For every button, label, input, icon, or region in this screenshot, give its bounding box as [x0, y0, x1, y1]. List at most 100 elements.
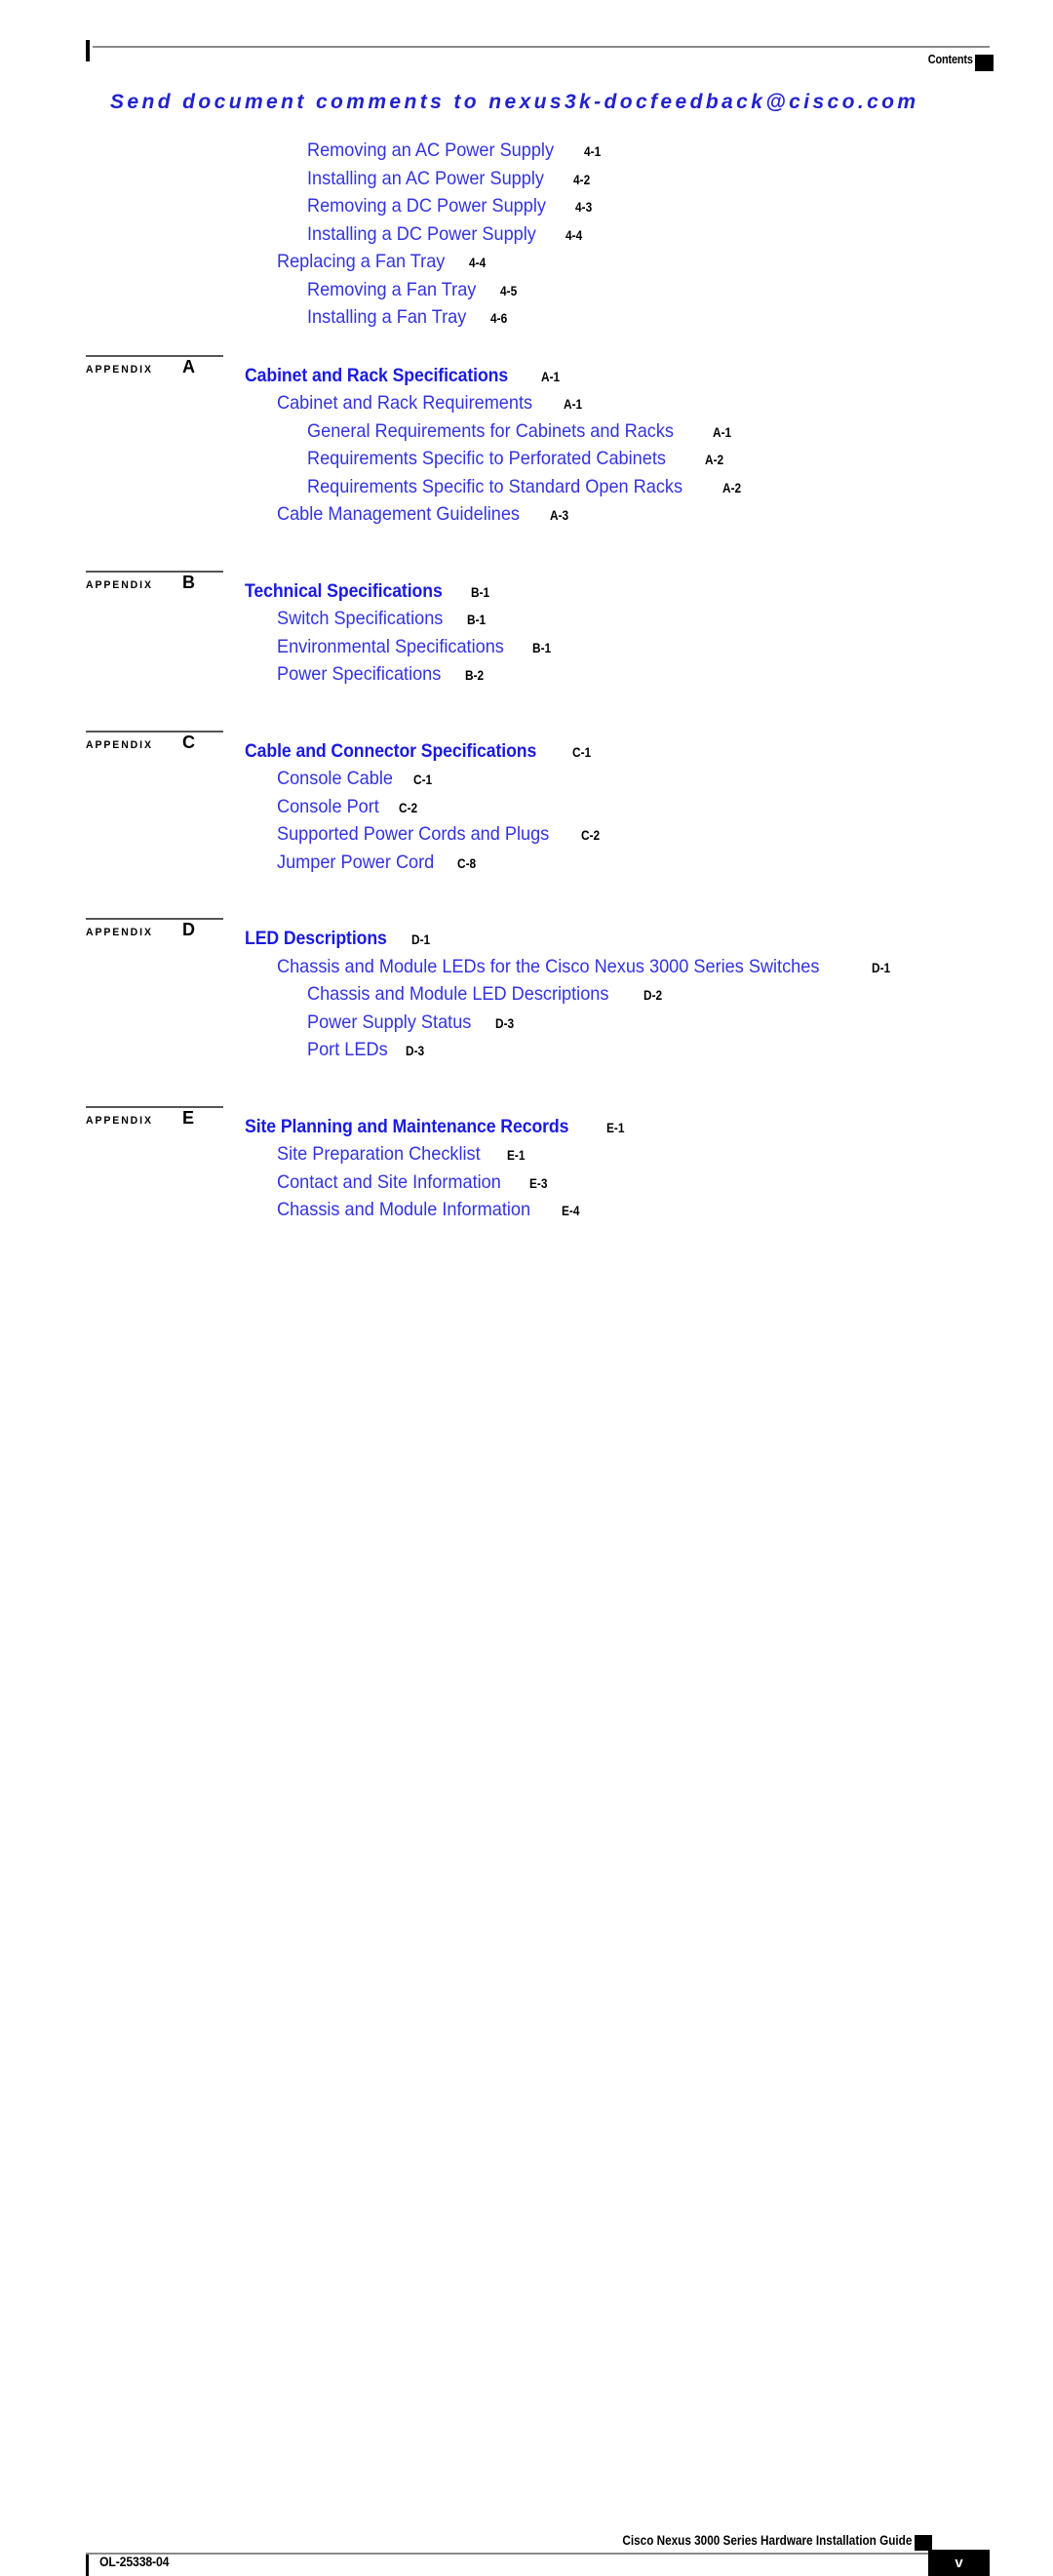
toc-entry-page-number: 4-4	[469, 256, 487, 270]
toc-entry[interactable]: Chassis and Module Information E-4	[277, 1199, 582, 1220]
toc-entry-page-number: A-2	[704, 453, 723, 467]
page-header: Contents Send document comments to nexus…	[0, 0, 1053, 127]
toc-entry-page-number: C-8	[457, 855, 477, 871]
toc-entry-page-number: E-1	[507, 1148, 526, 1163]
appendix-letter-label: E	[182, 1107, 195, 1128]
toc-entry-title: Removing a Fan Tray	[307, 278, 477, 300]
appendix-rule	[86, 1105, 223, 1108]
toc-entry[interactable]: Replacing a Fan Tray 4-4	[277, 251, 488, 272]
toc-entry-title: Chassis and Module Information	[277, 1199, 531, 1220]
toc-entry-title: Replacing a Fan Tray	[277, 251, 446, 272]
toc-entry[interactable]: Console Port C-2	[277, 797, 420, 817]
toc-entry[interactable]: Site Preparation Checklist E-1	[277, 1143, 527, 1165]
toc-entry[interactable]: Jumper Power Cord C-8	[277, 851, 479, 873]
toc-entry-page-number: 4-4	[565, 227, 582, 243]
toc-entry-page-number: E-4	[561, 1204, 580, 1218]
footer-tab-marker	[915, 2535, 932, 2551]
toc-entry-title: Technical Specifications	[245, 580, 443, 602]
toc-entry[interactable]: Port LEDs D-3	[307, 1039, 427, 1060]
appendix-rule	[86, 730, 223, 733]
toc-entry-title: Installing a Fan Tray	[307, 306, 467, 328]
toc-entry-page-number: 4-3	[575, 200, 593, 215]
toc-entry-title: LED Descriptions	[245, 929, 387, 949]
toc-entry-page-number: C-2	[398, 800, 417, 815]
toc-entry-title: Power Specifications	[277, 663, 442, 685]
toc-entry-title: Requirements Specific to Standard Open R…	[307, 475, 683, 497]
running-head: Contents	[928, 52, 973, 66]
header-tab-marker	[975, 55, 994, 71]
toc-entry-title: Removing a DC Power Supply	[307, 195, 546, 217]
toc-entry[interactable]: Chassis and Module LEDs for the Cisco Ne…	[277, 955, 893, 977]
toc-entry[interactable]: Technical Specifications B-1	[245, 582, 492, 601]
toc-entry[interactable]: Cabinet and Rack Requirements A-1	[277, 392, 585, 414]
toc-entry-page-number: D-2	[643, 988, 662, 1003]
toc-entry[interactable]: Environmental Specifications B-1	[277, 635, 554, 657]
toc-entry[interactable]: Removing a Fan Tray 4-5	[307, 278, 520, 300]
toc-entry[interactable]: Requirements Specific to Standard Open R…	[307, 475, 744, 497]
appendix-word-label: APPENDIX	[86, 738, 153, 751]
toc-entry[interactable]: Requirements Specific to Perforated Cabi…	[307, 448, 725, 469]
toc-entry[interactable]: Switch Specifications B-1	[277, 608, 488, 629]
appendix-letter-label: C	[182, 732, 195, 752]
header-rule	[93, 46, 990, 48]
toc-entry-page-number: D-1	[410, 932, 430, 947]
toc-entry[interactable]: Removing a DC Power Supply 4-3	[307, 195, 595, 217]
toc-entry-page-number: E-3	[529, 1175, 548, 1191]
toc-entry[interactable]: Cable and Connector Specifications C-1	[245, 742, 594, 761]
appendix-word-label: APPENDIX	[86, 926, 153, 939]
toc-entry-title: Installing a DC Power Supply	[307, 222, 536, 245]
toc-entry[interactable]: Chassis and Module LED Descriptions D-2	[307, 983, 665, 1005]
toc-entry[interactable]: LED Descriptions D-1	[245, 930, 433, 948]
toc-entry[interactable]: Removing an AC Power Supply 4-1	[307, 139, 604, 161]
toc-entry-title: Contact and Site Information	[277, 1170, 501, 1193]
toc-entry-title: Cabinet and Rack Specifications	[245, 365, 509, 386]
toc-entry[interactable]: Power Supply Status D-3	[307, 1012, 517, 1033]
toc-entry-title: General Requirements for Cabinets and Ra…	[307, 419, 674, 442]
toc-entry[interactable]: Installing a Fan Tray 4-6	[307, 306, 509, 328]
toc-entry[interactable]: General Requirements for Cabinets and Ra…	[307, 419, 734, 442]
toc-entry[interactable]: Cabinet and Rack Specifications A-1	[245, 367, 563, 385]
toc-entry-title: Environmental Specifications	[277, 635, 504, 657]
toc-entry-page-number: A-2	[722, 480, 742, 495]
appendix-rule	[86, 570, 223, 573]
toc-entry[interactable]: Supported Power Cords and Plugs C-2	[277, 823, 603, 845]
toc-entry-page-number: B-1	[532, 640, 552, 655]
toc-entry-title: Switch Specifications	[277, 608, 444, 629]
toc-entry-title: Site Preparation Checklist	[277, 1143, 481, 1165]
footer-crop-tick	[86, 2555, 89, 2576]
toc-entry[interactable]: Console Cable C-1	[277, 768, 435, 789]
toc-entry-page-number: 4-6	[489, 311, 507, 326]
toc-entry[interactable]: Power Specifications B-2	[277, 663, 487, 685]
toc-entry-title: Cabinet and Rack Requirements	[277, 392, 533, 414]
appendix-rule	[86, 918, 223, 920]
appendix-word-label: APPENDIX	[86, 578, 153, 591]
toc-entry-title: Cable Management Guidelines	[277, 503, 521, 525]
appendix-word-label: APPENDIX	[86, 1114, 153, 1127]
toc-entry-page-number: E-1	[606, 1120, 625, 1135]
toc-entry-title: Removing an AC Power Supply	[307, 139, 555, 161]
toc-entry-page-number: B-1	[470, 584, 490, 600]
toc-entry-page-number: D-3	[405, 1044, 425, 1058]
toc-entry-page-number: A-1	[563, 397, 582, 412]
toc-entry[interactable]: Site Planning and Maintenance Records E-1	[245, 1118, 627, 1136]
appendix-letter-label: D	[182, 920, 195, 939]
toc-entry-page-number: 4-5	[500, 283, 518, 298]
toc-entry-title: Supported Power Cords and Plugs	[277, 823, 550, 845]
toc-entry-page-number: D-1	[872, 960, 891, 975]
toc-entry-title: Port LEDs	[307, 1039, 388, 1060]
toc-entry[interactable]: Installing an AC Power Supply 4-2	[307, 169, 593, 189]
toc-entry-title: Console Cable	[277, 768, 393, 789]
toc-entry[interactable]: Installing a DC Power Supply 4-4	[307, 222, 584, 245]
toc-entry-page-number: 4-1	[584, 144, 602, 159]
toc-entry-title: Chassis and Module LEDs for the Cisco Ne…	[277, 955, 820, 977]
toc-entry-title: Chassis and Module LED Descriptions	[307, 983, 609, 1005]
appendix-rule	[86, 354, 223, 357]
toc-entry-page-number: B-1	[467, 613, 487, 627]
feedback-banner: Send document comments to nexus3k-docfee…	[110, 91, 919, 113]
toc-entry[interactable]: Cable Management Guidelines A-3	[277, 503, 571, 525]
toc-entry-page-number: C-1	[571, 744, 591, 760]
toc-entry-title: Jumper Power Cord	[277, 851, 435, 873]
appendix-letter-label: B	[182, 572, 195, 592]
toc-entry[interactable]: Contact and Site Information E-3	[277, 1170, 550, 1193]
toc-entry-title: Requirements Specific to Perforated Cabi…	[307, 448, 666, 469]
